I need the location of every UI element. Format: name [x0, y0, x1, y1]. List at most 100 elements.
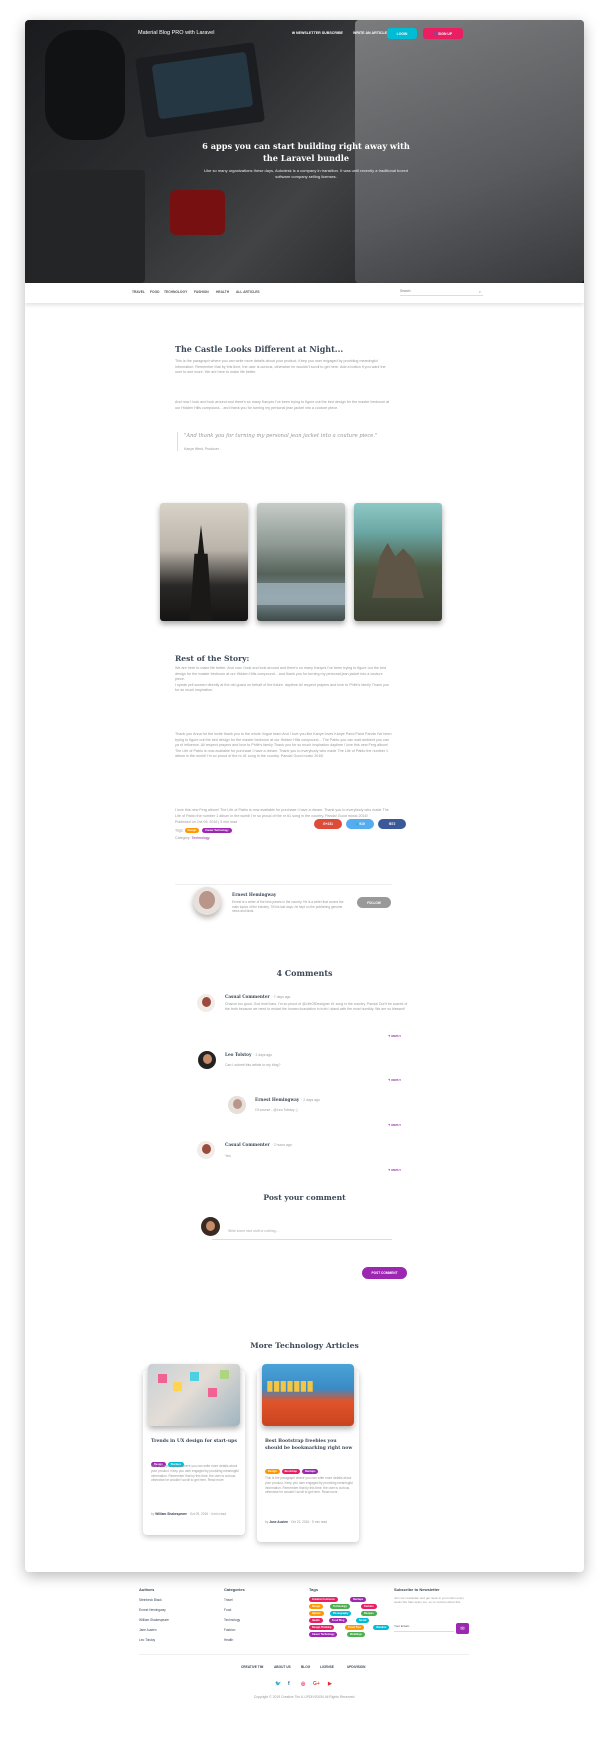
reply-button[interactable]: ↰ REPLY [388, 1078, 401, 1082]
footer-link-license[interactable]: LICENSE [320, 1665, 334, 1669]
youtube-icon[interactable]: ▶ [328, 1681, 332, 1687]
reply-button[interactable]: ↰ REPLY [388, 1168, 401, 1172]
commenter-avatar[interactable] [228, 1096, 246, 1114]
comment-author-name[interactable]: Ernest Hemingway [255, 1097, 299, 1102]
commenter-avatar[interactable] [198, 1051, 216, 1069]
reply-button[interactable]: ↰ REPLY [388, 1034, 401, 1038]
footer-author-link[interactable]: Jane Austen [139, 1628, 157, 1632]
footer-tag[interactable]: Startups [350, 1597, 367, 1602]
footer-category-link[interactable]: Technology [224, 1618, 240, 1622]
footer-category-link[interactable]: Food [224, 1608, 231, 1612]
card-title[interactable]: Trends in UX design for start-ups [151, 1438, 239, 1445]
nav-item-health[interactable]: HEALTH [216, 290, 229, 294]
article-tag-design[interactable]: Design [184, 828, 200, 833]
comment-author: Ernest Hemingway · 2 days ago [255, 1097, 320, 1102]
footer-author-link[interactable]: Ernest Hemingway [139, 1608, 166, 1612]
card-tag[interactable]: Design [265, 1469, 280, 1475]
article-card[interactable]: ▮▮▮▮▮▮▮ Best Bootstrap freebies you shou… [257, 1364, 359, 1542]
footer-tag[interactable]: Photography [330, 1611, 352, 1616]
author-name[interactable]: Ernest Hemingway [232, 892, 276, 897]
footer-tag[interactable]: Creative Commons [309, 1597, 338, 1602]
copyright-text: Copyright © 2019 Creative Tim & UPDIVISI… [253, 1695, 356, 1699]
footer-category-link[interactable]: Health [224, 1638, 233, 1642]
footer-tag[interactable]: Design Thinking [309, 1625, 335, 1630]
card-tag[interactable]: Startups [301, 1469, 319, 1475]
footer-link-creative-tim[interactable]: CREATIVE TIM [241, 1665, 263, 1669]
nav-item-fashion[interactable]: FASHION [194, 290, 209, 294]
card-author[interactable]: William Shakespeare [155, 1512, 187, 1516]
instagram-icon[interactable]: ◎ [301, 1681, 305, 1687]
search-icon[interactable]: ⌕ [479, 289, 481, 294]
card-title[interactable]: Best Bootstrap freebies you should be bo… [265, 1438, 353, 1452]
footer-tag[interactable]: Design [309, 1604, 324, 1609]
share-twitter-button[interactable]: 🐦 910 [346, 819, 374, 829]
footer-author-link[interactable]: Leo Tolstoy [139, 1638, 155, 1642]
footer-category-link[interactable]: Travel [224, 1598, 233, 1602]
footer-author-link[interactable]: William Shakespeare [139, 1618, 169, 1622]
nav-item-food[interactable]: FOOD [150, 290, 160, 294]
post-comment-button[interactable]: POST COMMENT [362, 1267, 407, 1279]
footer-tag[interactable]: Hipster [309, 1611, 324, 1616]
footer-tag[interactable]: Social [356, 1618, 370, 1623]
footer-newsletter-heading: Subscribe to Newsletter [394, 1587, 440, 1592]
share-facebook-button[interactable]: f 872 [378, 819, 406, 829]
newsletter-link[interactable]: ✉ NEWSLETTER SUBSCRIBE [292, 31, 343, 35]
article-title: 6 apps you can start building right away… [202, 141, 410, 163]
comment-author-name[interactable]: Casual Commenter [225, 1142, 270, 1147]
share-google-button[interactable]: G+ 231 [314, 819, 342, 829]
footer-tag[interactable]: Food Blog [329, 1618, 348, 1623]
footer-tags-heading: Tags [309, 1587, 319, 1592]
search-input[interactable]: Search ⌕ [400, 289, 483, 296]
category-link[interactable]: Technology [192, 836, 210, 840]
google-plus-icon[interactable]: G+ [313, 1681, 320, 1687]
footer-tag[interactable]: Recipes [361, 1611, 377, 1616]
newsletter-submit-button[interactable]: ✉ [456, 1623, 469, 1634]
card-tag[interactable]: Bootstrap [281, 1469, 300, 1475]
login-button[interactable]: LOGIN [387, 28, 417, 39]
commenter-avatar[interactable] [197, 1141, 215, 1159]
comment-textarea[interactable]: Write some nice stuff or nothing... [212, 1226, 392, 1240]
footer-tag[interactable]: Fashion [361, 1604, 377, 1609]
nav-item-technology[interactable]: TECHNOLOGY [164, 290, 187, 294]
footer-category-link[interactable]: Fashion [224, 1628, 235, 1632]
nav-item-all-articles[interactable]: ALL ARTICLES [236, 290, 260, 294]
article-card[interactable]: Trends in UX design for start-ups Design… [143, 1364, 245, 1535]
article-tag-career-technology[interactable]: Career Technology [202, 828, 232, 833]
footer-tag[interactable]: Career Technology [309, 1632, 338, 1637]
comment-author: Leo Tolstoy · 2 days ago [225, 1052, 272, 1057]
footer-tag[interactable]: Weddings [347, 1632, 365, 1637]
comment-author-name[interactable]: Leo Tolstoy [225, 1052, 251, 1057]
comment-author-name[interactable]: Casual Commenter [225, 994, 270, 999]
river-shape [257, 583, 345, 605]
twitter-icon[interactable]: 🐦 [275, 1681, 281, 1687]
signup-button[interactable]: 👤 SIGN UP [423, 28, 463, 39]
gallery-photo-castle-tower[interactable] [160, 503, 248, 621]
write-article-link[interactable]: WRITE AN ARTICLE [353, 31, 387, 35]
facebook-icon[interactable]: f [288, 1681, 290, 1687]
card-author[interactable]: Jane Austen [269, 1520, 288, 1524]
follow-button[interactable]: FOLLOW [357, 897, 391, 908]
author-avatar[interactable] [193, 887, 221, 915]
author-bio: Ernest is a writer of the best pieces in… [232, 900, 344, 914]
footer-tag[interactable]: Health [309, 1618, 323, 1623]
comment-author: Casual Commenter · 7 days ago [225, 994, 290, 999]
commenter-avatar-face [233, 1099, 242, 1109]
commenter-avatar[interactable] [197, 994, 215, 1012]
footer-link-about-us[interactable]: ABOUT US [274, 1665, 291, 1669]
card-image-sticky-notes[interactable] [148, 1364, 240, 1426]
footer-tag[interactable]: Technology [330, 1604, 350, 1609]
reply-button[interactable]: ↰ REPLY [388, 1123, 401, 1127]
newsletter-email-input[interactable]: Your Email... [394, 1624, 454, 1632]
nav-item-travel[interactable]: TRAVEL [132, 290, 145, 294]
card-image-give-away[interactable]: ▮▮▮▮▮▮▮ [262, 1364, 354, 1426]
brand-link[interactable]: Material Blog PRO with Laravel [138, 30, 214, 36]
gallery-photo-castle-forest[interactable] [354, 503, 442, 621]
comment-time: · 2 days ago [253, 1053, 273, 1057]
gallery-photo-river[interactable] [257, 503, 345, 621]
footer-link-updivision[interactable]: UPDIVISION [347, 1665, 365, 1669]
footer-link-blog[interactable]: BLOG [301, 1665, 310, 1669]
footer-tag[interactable]: Vacation [373, 1625, 390, 1630]
footer-tag[interactable]: Travel Tips [345, 1625, 365, 1630]
footer-author-link[interactable]: Steinbeck Black [139, 1598, 162, 1602]
article-paragraph-5: I love this new Ferg album! The Life of … [175, 808, 389, 818]
